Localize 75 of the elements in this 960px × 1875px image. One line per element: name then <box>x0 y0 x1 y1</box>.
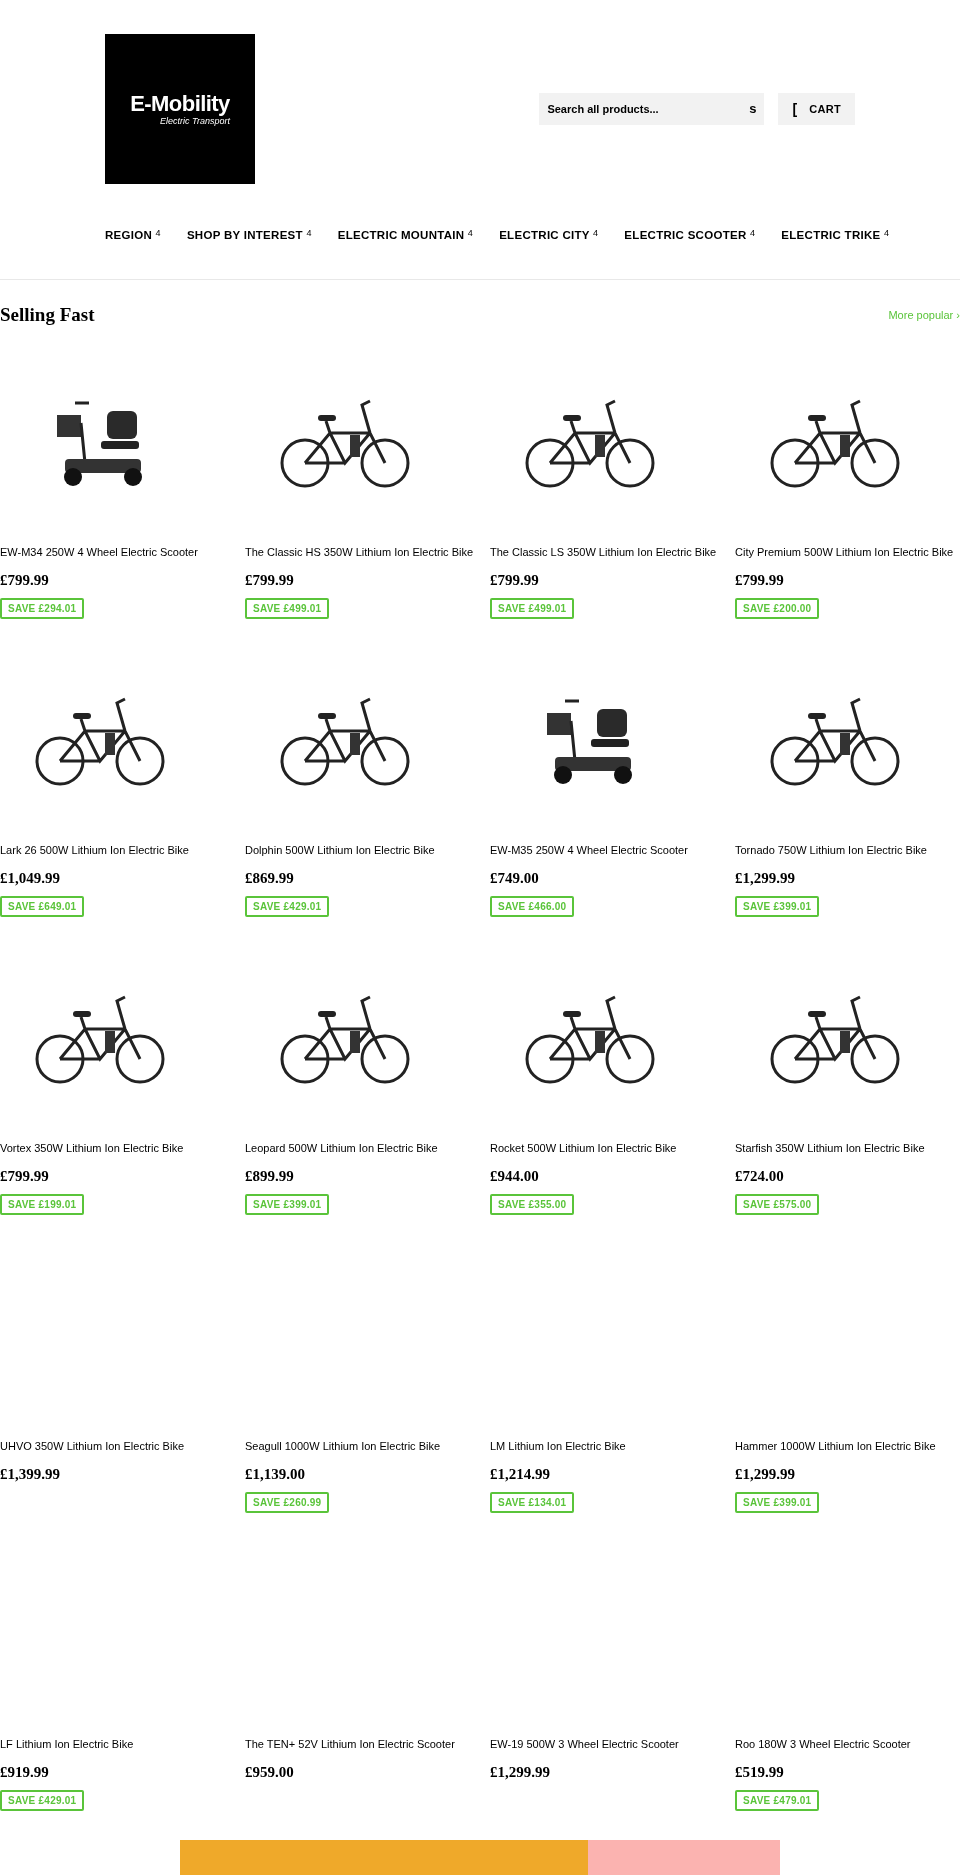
nav-menu-item[interactable]: ELECTRIC CITY 4 <box>499 227 599 245</box>
savings-badge: SAVE £399.01 <box>735 1492 820 1513</box>
savings-badge: SAVE £399.01 <box>735 896 820 917</box>
product-price: £749.00 <box>490 869 540 888</box>
nav-menu-item[interactable]: ELECTRIC MOUNTAIN 4 <box>337 227 474 245</box>
cart-button[interactable]: [ CART <box>778 93 855 125</box>
product-price: £919.99 <box>0 1763 50 1782</box>
nav-menu-item[interactable]: ELECTRIC SCOOTER 4 <box>624 227 756 245</box>
product-title-link[interactable]: EW-19 500W 3 Wheel Electric Scooter <box>490 1736 679 1752</box>
savings-badge: SAVE £355.00 <box>490 1194 575 1215</box>
product-price: £959.00 <box>245 1763 295 1782</box>
dropdown-caret-icon: 4 <box>155 228 161 238</box>
savings-badge: SAVE £199.01 <box>0 1194 85 1215</box>
product-price: £944.00 <box>490 1167 540 1186</box>
nav-menu-item[interactable]: REGION 4 <box>105 227 161 245</box>
product-price: £799.99 <box>0 571 50 590</box>
product-title-link[interactable]: Dolphin 500W Lithium Ion Electric Bike <box>245 842 435 858</box>
savings-badge: SAVE £499.01 <box>490 598 575 619</box>
dropdown-caret-icon: 4 <box>884 228 890 238</box>
product-price: £799.99 <box>735 571 785 590</box>
product-price: £799.99 <box>490 571 540 590</box>
product-price: £1,399.99 <box>0 1465 61 1484</box>
product-title-link[interactable]: EW-M34 250W 4 Wheel Electric Scooter <box>0 544 198 560</box>
savings-badge: SAVE £399.01 <box>245 1194 330 1215</box>
product-price: £724.00 <box>735 1167 785 1186</box>
nav-menu-item[interactable]: SHOP BY INTEREST 4 <box>186 227 312 245</box>
product-price: £1,299.99 <box>735 1465 796 1484</box>
product-title-link[interactable]: Leopard 500W Lithium Ion Electric Bike <box>245 1140 438 1156</box>
nav-menu-item[interactable]: ELECTRIC TRIKE 4 <box>781 227 890 245</box>
product-title-link[interactable]: Vortex 350W Lithium Ion Electric Bike <box>0 1140 184 1156</box>
logo[interactable]: E-Mobility Electric Transport <box>105 34 255 184</box>
product-title-link[interactable]: Starfish 350W Lithium Ion Electric Bike <box>735 1140 925 1156</box>
cart-icon: [ <box>792 98 798 120</box>
savings-badge: SAVE £260.99 <box>245 1492 330 1513</box>
product-price: £519.99 <box>735 1763 785 1782</box>
savings-badge: SAVE £466.00 <box>490 896 575 917</box>
dropdown-caret-icon: 4 <box>306 228 312 238</box>
product-title-link[interactable]: LM Lithium Ion Electric Bike <box>490 1438 626 1454</box>
product-price: £1,214.99 <box>490 1465 551 1484</box>
product-price: £1,139.00 <box>245 1465 306 1484</box>
product-title-link[interactable]: The TEN+ 52V Lithium Ion Electric Scooter <box>245 1736 455 1752</box>
savings-badge: SAVE £294.01 <box>0 598 85 619</box>
product-title-link[interactable]: LF Lithium Ion Electric Bike <box>0 1736 134 1752</box>
product-title-link[interactable]: City Premium 500W Lithium Ion Electric Bike <box>735 544 954 560</box>
product-price: £799.99 <box>0 1167 50 1186</box>
savings-badge: SAVE £575.00 <box>735 1194 820 1215</box>
section-title: Selling Fast <box>0 302 95 327</box>
product-title-link[interactable]: Seagull 1000W Lithium Ion Electric Bike <box>245 1438 441 1454</box>
savings-badge: SAVE £134.01 <box>490 1492 575 1513</box>
search-field[interactable]: Search all products... s <box>539 93 765 125</box>
product-price: £899.99 <box>245 1167 295 1186</box>
product-title-link[interactable]: Tornado 750W Lithium Ion Electric Bike <box>735 842 927 858</box>
dropdown-caret-icon: 4 <box>593 228 599 238</box>
product-title-link[interactable]: The Classic LS 350W Lithium Ion Electric Bike <box>490 544 717 560</box>
product-title-link[interactable]: Hammer 1000W Lithium Ion Electric Bike <box>735 1438 936 1454</box>
product-title-link[interactable]: Rocket 500W Lithium Ion Electric Bike <box>490 1140 677 1156</box>
product-title-link[interactable]: Roo 180W 3 Wheel Electric Scooter <box>735 1736 911 1752</box>
search-icon[interactable]: s <box>749 99 757 119</box>
product-price: £799.99 <box>245 571 295 590</box>
product-title-link[interactable]: EW-M35 250W 4 Wheel Electric Scooter <box>490 842 688 858</box>
savings-badge: SAVE £429.01 <box>0 1790 85 1811</box>
product-price: £1,299.99 <box>735 869 796 888</box>
product-price: £1,299.99 <box>490 1763 551 1782</box>
savings-badge: SAVE £649.01 <box>0 896 85 917</box>
product-price: £869.99 <box>245 869 295 888</box>
dropdown-caret-icon: 4 <box>467 228 474 238</box>
savings-badge: SAVE £499.01 <box>245 598 330 619</box>
savings-badge: SAVE £429.01 <box>245 896 330 917</box>
savings-badge: SAVE £479.01 <box>735 1790 820 1811</box>
product-title-link[interactable]: UHVO 350W Lithium Ion Electric Bike <box>0 1438 184 1454</box>
dropdown-caret-icon: 4 <box>750 228 756 238</box>
savings-badge: SAVE £200.00 <box>735 598 820 619</box>
product-price: £1,049.99 <box>0 869 61 888</box>
product-title-link[interactable]: The Classic HS 350W Lithium Ion Electric Bike <box>245 544 474 560</box>
product-title-link[interactable]: Lark 26 500W Lithium Ion Electric Bike <box>0 842 189 858</box>
